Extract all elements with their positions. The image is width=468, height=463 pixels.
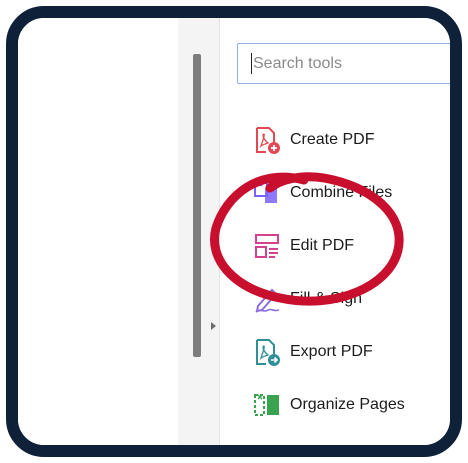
create-pdf-icon: [256, 127, 280, 154]
screenshot-frame: Create PDF Combine Files Edit PDF: [6, 6, 462, 457]
combine-files-icon: [254, 180, 277, 203]
organize-pages-icon: [254, 394, 279, 416]
send-for-comments-icon: [252, 443, 282, 457]
tool-label: Edit PDF: [290, 237, 355, 254]
tool-fill-sign[interactable]: Fill & Sign: [252, 283, 362, 315]
tool-label: Organize Pages: [290, 396, 405, 413]
tool-label: Send for Comments: [290, 449, 432, 457]
tool-export-pdf[interactable]: Export PDF: [252, 336, 373, 368]
edit-pdf-icon: [255, 234, 279, 258]
tool-organize-pages[interactable]: Organize Pages: [252, 389, 405, 421]
tool-create-pdf[interactable]: Create PDF: [252, 124, 374, 156]
tool-label: Combine Files: [290, 184, 393, 201]
search-tools-input[interactable]: [237, 43, 450, 84]
collapse-pane-icon[interactable]: [211, 322, 216, 330]
text-cursor: [251, 53, 252, 74]
tool-label: Create PDF: [290, 131, 375, 148]
document-view: [18, 18, 178, 445]
export-pdf-icon: [256, 339, 280, 366]
fill-sign-icon: [255, 288, 280, 313]
tool-combine-files[interactable]: Combine Files: [252, 177, 392, 209]
tool-label: Export PDF: [290, 343, 373, 360]
tool-edit-pdf[interactable]: Edit PDF: [252, 230, 354, 262]
tools-pane: Create PDF Combine Files Edit PDF: [220, 18, 450, 445]
tool-label: Fill & Sign: [290, 290, 363, 307]
vertical-scrollbar[interactable]: [178, 18, 220, 445]
tool-send-for-comments[interactable]: Send for Comments: [252, 442, 432, 457]
scrollbar-thumb[interactable]: [193, 54, 201, 357]
